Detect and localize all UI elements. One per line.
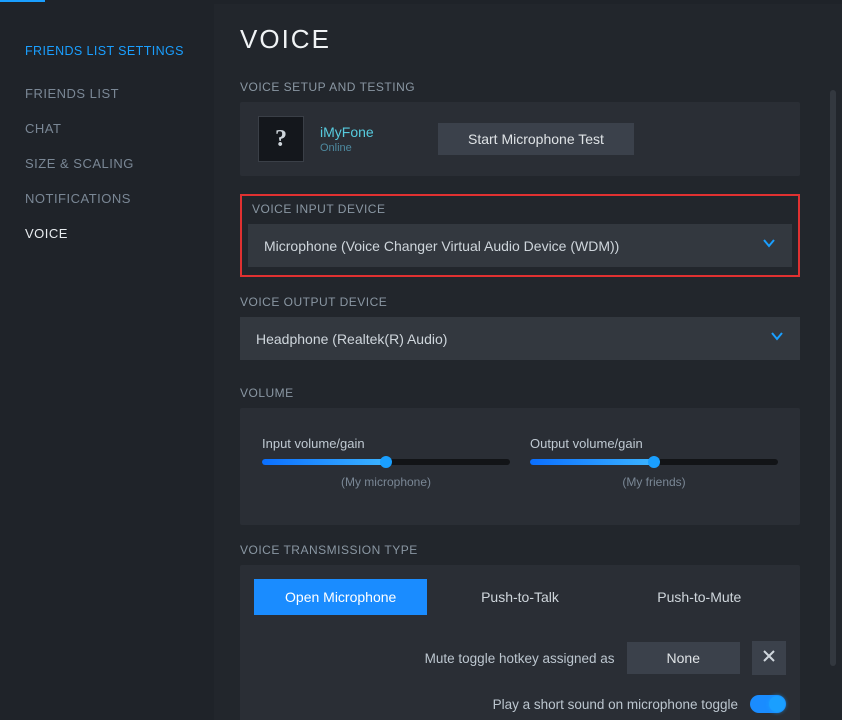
transmission-panel: Open Microphone Push-to-Talk Push-to-Mut… <box>240 565 800 720</box>
voice-output-dropdown[interactable]: Headphone (Realtek(R) Audio) <box>240 317 800 360</box>
hotkey-value-box[interactable]: None <box>627 642 740 674</box>
output-volume-sub: (My friends) <box>530 475 778 489</box>
voice-output-value: Headphone (Realtek(R) Audio) <box>256 331 447 347</box>
input-volume-label: Input volume/gain <box>262 436 510 451</box>
scrollbar[interactable] <box>830 90 836 666</box>
start-mic-test-button[interactable]: Start Microphone Test <box>438 123 634 155</box>
tab-open-microphone[interactable]: Open Microphone <box>254 579 427 615</box>
sidebar-item-size-scaling[interactable]: SIZE & SCALING <box>25 156 214 171</box>
voice-input-value: Microphone (Voice Changer Virtual Audio … <box>264 238 619 254</box>
sidebar-item-friends-list[interactable]: FRIENDS LIST <box>25 86 214 101</box>
slider-thumb[interactable] <box>380 456 392 468</box>
output-volume-slider[interactable] <box>530 459 778 465</box>
user-status: Online <box>320 142 410 154</box>
page-title: VOICE <box>240 24 800 55</box>
clear-hotkey-button[interactable] <box>752 641 786 675</box>
main-panel: VOICE VOICE SETUP AND TESTING ? iMyFone … <box>214 4 842 720</box>
hotkey-label: Mute toggle hotkey assigned as <box>425 651 615 666</box>
section-label-input-device: VOICE INPUT DEVICE <box>248 202 792 216</box>
sidebar-heading: FRIENDS LIST SETTINGS <box>25 44 214 58</box>
slider-thumb[interactable] <box>648 456 660 468</box>
volume-panel: Input volume/gain (My microphone) Output… <box>240 408 800 525</box>
sound-toggle-label: Play a short sound on microphone toggle <box>493 697 738 712</box>
section-label-output-device: VOICE OUTPUT DEVICE <box>240 295 800 309</box>
sidebar: FRIENDS LIST SETTINGS FRIENDS LIST CHAT … <box>0 4 214 720</box>
sound-toggle-switch[interactable] <box>750 695 786 713</box>
toggle-knob <box>769 696 785 712</box>
tab-push-to-mute[interactable]: Push-to-Mute <box>613 579 786 615</box>
section-label-transmission: VOICE TRANSMISSION TYPE <box>240 543 800 557</box>
voice-input-dropdown[interactable]: Microphone (Voice Changer Virtual Audio … <box>248 224 792 267</box>
section-label-setup: VOICE SETUP AND TESTING <box>240 80 800 94</box>
chevron-down-icon <box>770 329 784 348</box>
input-volume-slider[interactable] <box>262 459 510 465</box>
voice-input-highlight: VOICE INPUT DEVICE Microphone (Voice Cha… <box>240 194 800 277</box>
tab-push-to-talk[interactable]: Push-to-Talk <box>433 579 606 615</box>
avatar: ? <box>258 116 304 162</box>
voice-setup-panel: ? iMyFone Online Start Microphone Test <box>240 102 800 176</box>
user-name: iMyFone <box>320 124 410 140</box>
sidebar-item-voice[interactable]: VOICE <box>25 226 214 241</box>
chevron-down-icon <box>762 236 776 255</box>
sidebar-item-chat[interactable]: CHAT <box>25 121 214 136</box>
output-volume-label: Output volume/gain <box>530 436 778 451</box>
input-volume-sub: (My microphone) <box>262 475 510 489</box>
sidebar-item-notifications[interactable]: NOTIFICATIONS <box>25 191 214 206</box>
close-icon <box>763 649 775 667</box>
section-label-volume: VOLUME <box>240 386 800 400</box>
